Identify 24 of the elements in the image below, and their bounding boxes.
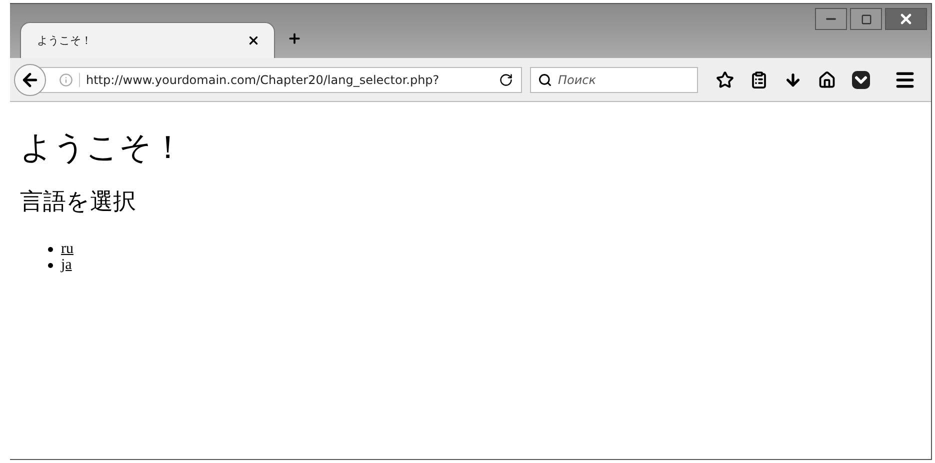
language-link[interactable]: ja xyxy=(61,256,72,274)
close-icon[interactable] xyxy=(247,34,260,47)
minimize-button[interactable] xyxy=(815,8,847,30)
tab-title: ようこそ！ xyxy=(37,33,92,48)
search-field[interactable]: Поиск xyxy=(530,66,698,92)
bullet-icon xyxy=(48,246,53,252)
home-icon[interactable] xyxy=(818,70,836,88)
close-icon xyxy=(898,11,914,27)
page-heading: ようこそ！ xyxy=(20,128,185,167)
maximize-icon xyxy=(860,14,872,24)
close-button[interactable] xyxy=(885,8,927,30)
url-text: http://www.yourdomain.com/Chapter20/lang_selector.php? xyxy=(79,72,493,86)
download-icon[interactable] xyxy=(784,70,802,88)
star-icon[interactable] xyxy=(716,70,734,88)
back-button[interactable] xyxy=(14,64,46,96)
plus-icon[interactable] xyxy=(287,31,302,46)
page-subheading: 言語を選択 xyxy=(20,188,137,216)
search-icon xyxy=(538,72,552,86)
browser-tab[interactable]: ようこそ！ xyxy=(20,22,275,58)
clipboard-icon[interactable] xyxy=(750,70,768,88)
reload-icon[interactable] xyxy=(499,72,513,86)
language-link[interactable]: ru xyxy=(61,240,74,258)
bullet-icon xyxy=(48,262,53,268)
maximize-button[interactable] xyxy=(850,8,882,30)
